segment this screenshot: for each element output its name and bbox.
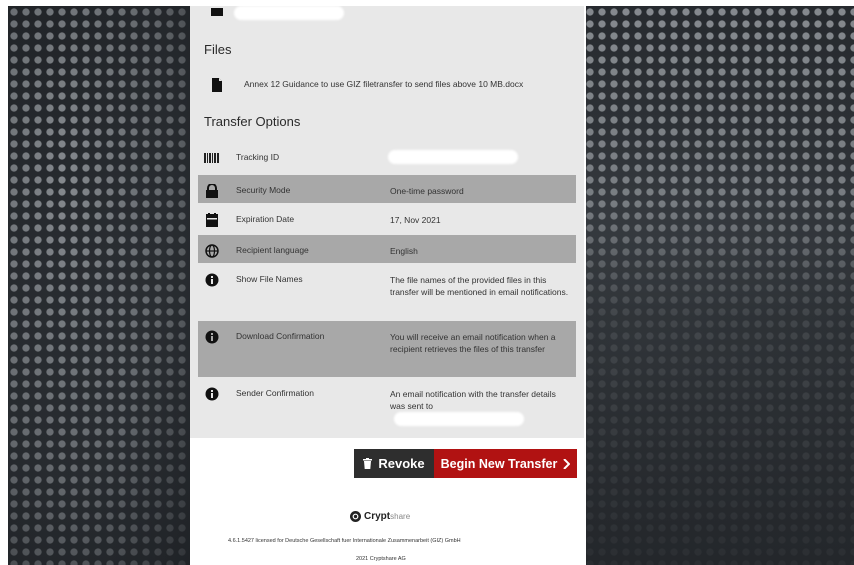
option-label: Expiration Date — [236, 214, 295, 224]
file-list-item: Annex 12 Guidance to use GIZ filetransfe… — [204, 74, 574, 100]
option-label: Recipient language — [236, 245, 309, 255]
option-value: One-time password — [390, 186, 464, 196]
file-icon — [212, 78, 222, 92]
barcode-icon — [204, 153, 219, 163]
option-label: Show File Names — [236, 274, 303, 284]
calendar-icon — [206, 213, 218, 227]
option-value: 17, Nov 2021 — [390, 215, 441, 225]
option-value: The file names of the provided files in … — [390, 275, 569, 297]
license-text: 4.6.1.5427 licensed for Deutsche Gesells… — [228, 538, 461, 544]
trash-icon — [363, 458, 373, 469]
files-heading: Files — [204, 42, 232, 57]
option-row-sender-confirmation: Sender Confirmation An email notificatio… — [198, 378, 576, 434]
file-name: Annex 12 Guidance to use GIZ filetransfe… — [244, 79, 524, 89]
transfer-summary-panel: Files Annex 12 Guidance to use GIZ filet… — [190, 6, 586, 565]
info-icon — [205, 330, 219, 344]
copyright-text: 2021 Cryptshare AG — [356, 556, 406, 562]
option-label: Sender Confirmation — [236, 388, 314, 398]
user-icon — [211, 8, 223, 16]
option-value: An email notification with the transfer … — [390, 389, 556, 411]
option-value: English — [390, 246, 418, 256]
cryptshare-brand: Cryptshare — [364, 511, 411, 522]
option-row-tracking-id: Tracking ID — [198, 142, 576, 172]
option-row-security-mode: Security Mode One-time password — [198, 175, 576, 203]
redacted-tracking-id — [388, 150, 518, 164]
option-row-download-confirmation: Download Confirmation You will receive a… — [198, 321, 576, 377]
revoke-label: Revoke — [378, 456, 425, 471]
revoke-button[interactable]: Revoke — [354, 449, 434, 478]
begin-new-transfer-label: Begin New Transfer — [440, 456, 558, 471]
transfer-options-heading: Transfer Options — [204, 114, 301, 129]
cryptshare-logo-icon — [350, 511, 361, 522]
redacted-email — [394, 412, 524, 426]
option-row-recipient-language: Recipient language English — [198, 235, 576, 263]
option-row-expiration-date: Expiration Date 17, Nov 2021 — [198, 204, 576, 234]
option-row-show-file-names: Show File Names The file names of the pr… — [198, 264, 576, 320]
redacted-sender — [234, 6, 344, 20]
option-label: Security Mode — [236, 185, 291, 195]
begin-new-transfer-button[interactable]: Begin New Transfer — [434, 449, 577, 478]
option-label: Tracking ID — [236, 152, 280, 162]
info-icon — [205, 387, 219, 401]
transfer-details-card: Files Annex 12 Guidance to use GIZ filet… — [190, 6, 584, 438]
option-label: Download Confirmation — [236, 331, 325, 341]
info-icon — [205, 273, 219, 287]
cryptshare-logo: Cryptshare — [350, 511, 410, 522]
chevron-right-icon — [563, 458, 571, 469]
option-value: You will receive an email notification w… — [390, 332, 556, 354]
lock-icon — [206, 184, 218, 198]
globe-icon — [205, 244, 219, 258]
